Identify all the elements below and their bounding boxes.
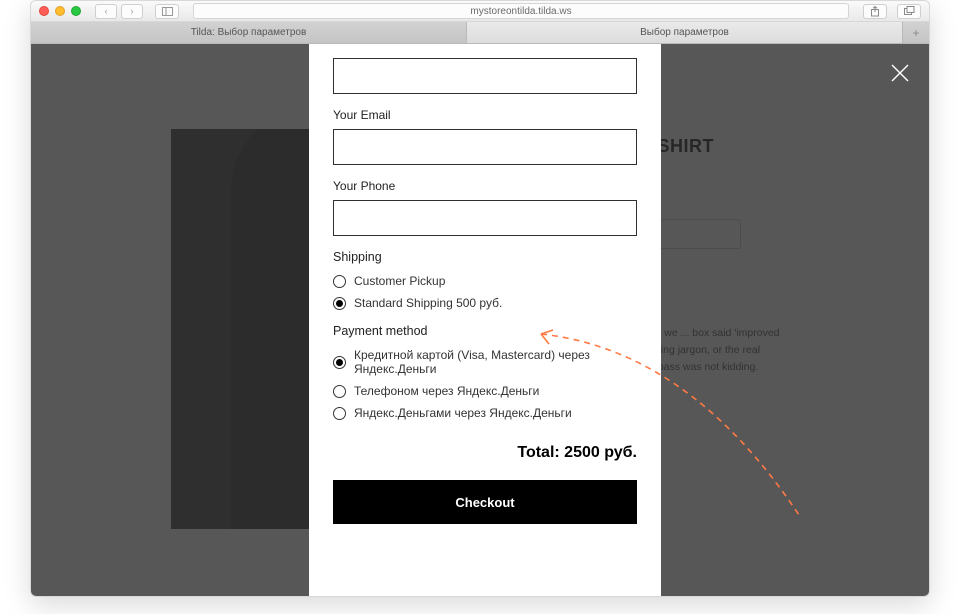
total-label: Total: 2500 руб. <box>333 444 637 462</box>
payment-option-label: Яндекс.Деньгами через Яндекс.Деньги <box>354 406 572 420</box>
tabs-overview-button[interactable] <box>897 4 921 19</box>
shipping-option-label: Customer Pickup <box>354 274 445 288</box>
payment-option-label: Телефоном через Яндекс.Деньги <box>354 384 539 398</box>
close-icon[interactable] <box>889 62 911 84</box>
payment-option-2[interactable]: Яндекс.Деньгами через Яндекс.Деньги <box>333 406 637 420</box>
payment-option-label: Кредитной картой (Visa, Mastercard) чере… <box>354 348 637 376</box>
payment-option-0[interactable]: Кредитной картой (Visa, Mastercard) чере… <box>333 348 637 376</box>
radio-icon <box>333 385 346 398</box>
shipping-option-label: Standard Shipping 500 руб. <box>354 296 502 310</box>
nav-back-button[interactable]: ‹ <box>95 4 117 19</box>
payment-title: Payment method <box>333 324 637 338</box>
address-bar[interactable]: mystoreontilda.tilda.ws <box>193 3 849 19</box>
browser-tab-1[interactable]: Выбор параметров <box>467 22 903 43</box>
shipping-title: Shipping <box>333 250 637 264</box>
nav-forward-button[interactable]: › <box>121 4 143 19</box>
radio-icon <box>333 275 346 288</box>
window-close-button[interactable] <box>39 6 49 16</box>
share-button[interactable] <box>863 4 887 19</box>
radio-icon <box>333 297 346 310</box>
email-label: Your Email <box>333 108 637 122</box>
checkout-button[interactable]: Checkout <box>333 480 637 524</box>
name-field[interactable] <box>333 58 637 94</box>
shipping-option-1[interactable]: Standard Shipping 500 руб. <box>333 296 637 310</box>
checkout-modal: Your Email Your Phone Shipping Customer … <box>309 44 661 596</box>
new-tab-button[interactable]: + <box>903 22 929 43</box>
browser-tab-0[interactable]: Tilda: Выбор параметров <box>31 22 467 43</box>
phone-label: Your Phone <box>333 179 637 193</box>
shipping-option-0[interactable]: Customer Pickup <box>333 274 637 288</box>
browser-tabs: Tilda: Выбор параметров Выбор параметров… <box>31 22 929 44</box>
window-minimize-button[interactable] <box>55 6 65 16</box>
browser-window: ‹ › mystoreontilda.tilda.ws Tilda: Выбор… <box>30 0 930 597</box>
radio-icon <box>333 356 346 369</box>
window-zoom-button[interactable] <box>71 6 81 16</box>
sidebar-toggle-button[interactable] <box>155 4 179 19</box>
radio-icon <box>333 407 346 420</box>
email-field[interactable] <box>333 129 637 165</box>
titlebar: ‹ › mystoreontilda.tilda.ws <box>31 1 929 22</box>
phone-field[interactable] <box>333 200 637 236</box>
payment-option-1[interactable]: Телефоном через Яндекс.Деньги <box>333 384 637 398</box>
viewport: V-ZA CREW SWEATSHIRT 954.29 руб. NOW fir… <box>31 44 929 596</box>
